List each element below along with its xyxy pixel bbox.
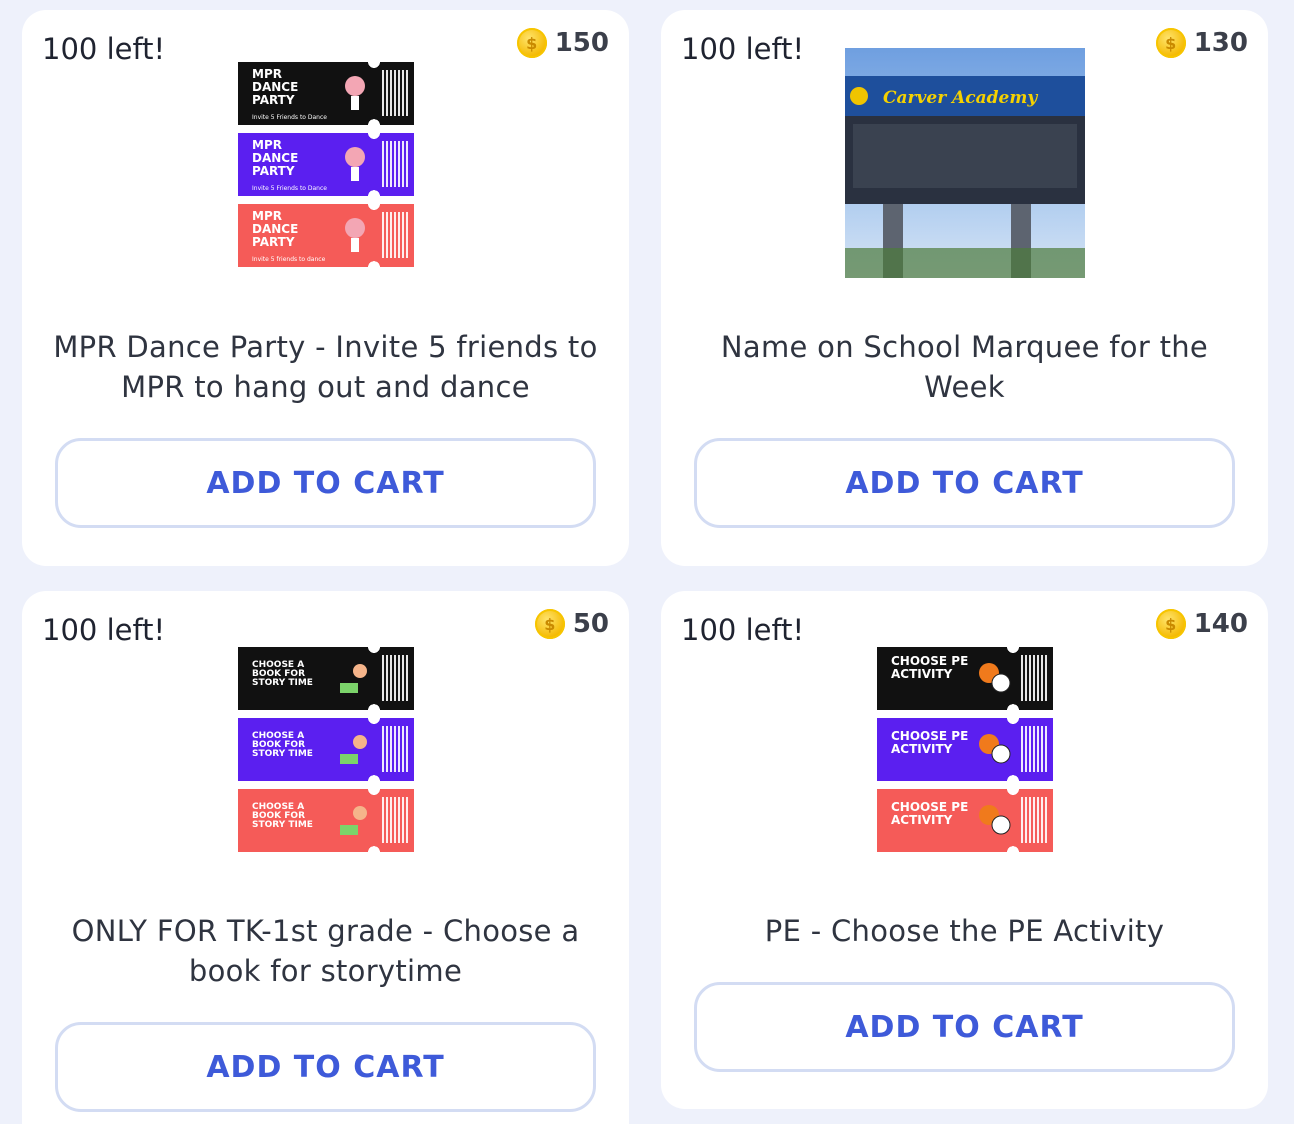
price: $ 50: [534, 609, 609, 639]
barcode-icon: [382, 797, 408, 843]
dancer-icon: [345, 76, 365, 110]
ticket-heading: CHOOSE A BOOK FOR STORY TIME: [252, 731, 313, 759]
price-value: 150: [554, 28, 609, 58]
reward-card-mpr-dance: 100 left! $ 150 MPR DANCE PARTY Invite 5…: [22, 10, 629, 566]
ticket-heading: CHOOSE PE ACTIVITY: [891, 729, 969, 756]
barcode-icon: [1021, 655, 1047, 701]
barcode-icon: [382, 212, 408, 258]
reward-image: CHOOSE PE ACTIVITY CHOOSE PE ACTIVITY CH…: [877, 647, 1053, 860]
ticket: CHOOSE A BOOK FOR STORY TIME: [238, 789, 414, 852]
marquee-sign-text: Carver Academy: [883, 88, 1038, 108]
marquee-photo: Carver Academy: [845, 76, 1085, 278]
reward-card-pe: 100 left! $ 140 CHOOSE PE ACTIVITY CHOOS…: [661, 591, 1268, 1109]
ticket: MPR DANCE PARTY Invite 5 Friends to Danc…: [238, 62, 414, 125]
ticket: CHOOSE PE ACTIVITY: [877, 789, 1053, 852]
sports-balls-icon: [979, 663, 1011, 693]
coin-icon: $: [516, 28, 547, 58]
price: $ 150: [516, 28, 609, 58]
sports-balls-icon: [979, 805, 1011, 835]
add-to-cart-button[interactable]: ADD TO CART: [55, 438, 596, 528]
stock-label: 100 left!: [42, 32, 166, 66]
barcode-icon: [1021, 726, 1047, 772]
reward-image: MPR DANCE PARTY Invite 5 Friends to Danc…: [238, 62, 414, 275]
ticket-heading: MPR DANCE PARTY: [252, 138, 299, 178]
add-to-cart-button[interactable]: ADD TO CART: [55, 1022, 596, 1112]
ticket: MPR DANCE PARTY Invite 5 Friends to Danc…: [238, 133, 414, 196]
ticket: CHOOSE A BOOK FOR STORY TIME: [238, 647, 414, 710]
ticket-heading: CHOOSE PE ACTIVITY: [891, 654, 969, 681]
ticket-heading: CHOOSE A BOOK FOR STORY TIME: [252, 660, 313, 688]
stock-label: 100 left!: [681, 613, 805, 647]
price: $ 130: [1155, 28, 1248, 58]
reader-icon: [340, 806, 367, 835]
sports-balls-icon: [979, 734, 1011, 764]
reward-title: Name on School Marquee for the Week: [720, 330, 1209, 404]
ticket: CHOOSE PE ACTIVITY: [877, 718, 1053, 781]
reward-image: CHOOSE A BOOK FOR STORY TIME CHOOSE A BO…: [238, 647, 414, 860]
barcode-icon: [1021, 797, 1047, 843]
price: $ 140: [1155, 609, 1248, 639]
dancer-icon: [345, 218, 365, 252]
barcode-icon: [382, 726, 408, 772]
reward-image: Carver Academy: [845, 48, 1085, 278]
coin-icon: $: [1155, 28, 1186, 58]
reward-title: MPR Dance Party - Invite 5 friends to MP…: [53, 330, 598, 404]
dancer-icon: [345, 147, 365, 181]
ticket: CHOOSE PE ACTIVITY: [877, 647, 1053, 710]
ticket-subtext: Invite 5 Friends to Dance: [252, 114, 327, 121]
ticket-heading: CHOOSE PE ACTIVITY: [891, 800, 969, 827]
ticket-heading: MPR DANCE PARTY: [252, 209, 299, 249]
ticket: MPR DANCE PARTY Invite 5 friends to danc…: [238, 204, 414, 267]
ticket: CHOOSE A BOOK FOR STORY TIME: [238, 718, 414, 781]
ticket-heading: MPR DANCE PARTY: [252, 67, 299, 107]
reward-card-marquee: 100 left! $ 130 Carver Academy Name on S…: [661, 10, 1268, 566]
coin-icon: $: [1155, 609, 1186, 639]
price-value: 140: [1193, 609, 1248, 639]
ticket-subtext: Invite 5 Friends to Dance: [252, 185, 327, 192]
add-to-cart-button[interactable]: ADD TO CART: [694, 438, 1235, 528]
reward-title: PE - Choose the PE Activity: [764, 914, 1165, 948]
barcode-icon: [382, 655, 408, 701]
stock-label: 100 left!: [681, 32, 805, 66]
add-to-cart-button[interactable]: ADD TO CART: [694, 982, 1235, 1072]
ticket-heading: CHOOSE A BOOK FOR STORY TIME: [252, 802, 313, 830]
price-value: 130: [1193, 28, 1248, 58]
ticket-subtext: Invite 5 friends to dance: [252, 256, 326, 263]
price-value: 50: [572, 609, 609, 639]
reader-icon: [340, 735, 367, 764]
barcode-icon: [382, 70, 408, 116]
stock-label: 100 left!: [42, 613, 166, 647]
coin-icon: $: [534, 609, 565, 639]
reward-card-storytime: 100 left! $ 50 CHOOSE A BOOK FOR STORY T…: [22, 591, 629, 1124]
reward-title: ONLY FOR TK-1st grade - Choose a book fo…: [71, 914, 580, 988]
reader-icon: [340, 664, 367, 693]
barcode-icon: [382, 141, 408, 187]
